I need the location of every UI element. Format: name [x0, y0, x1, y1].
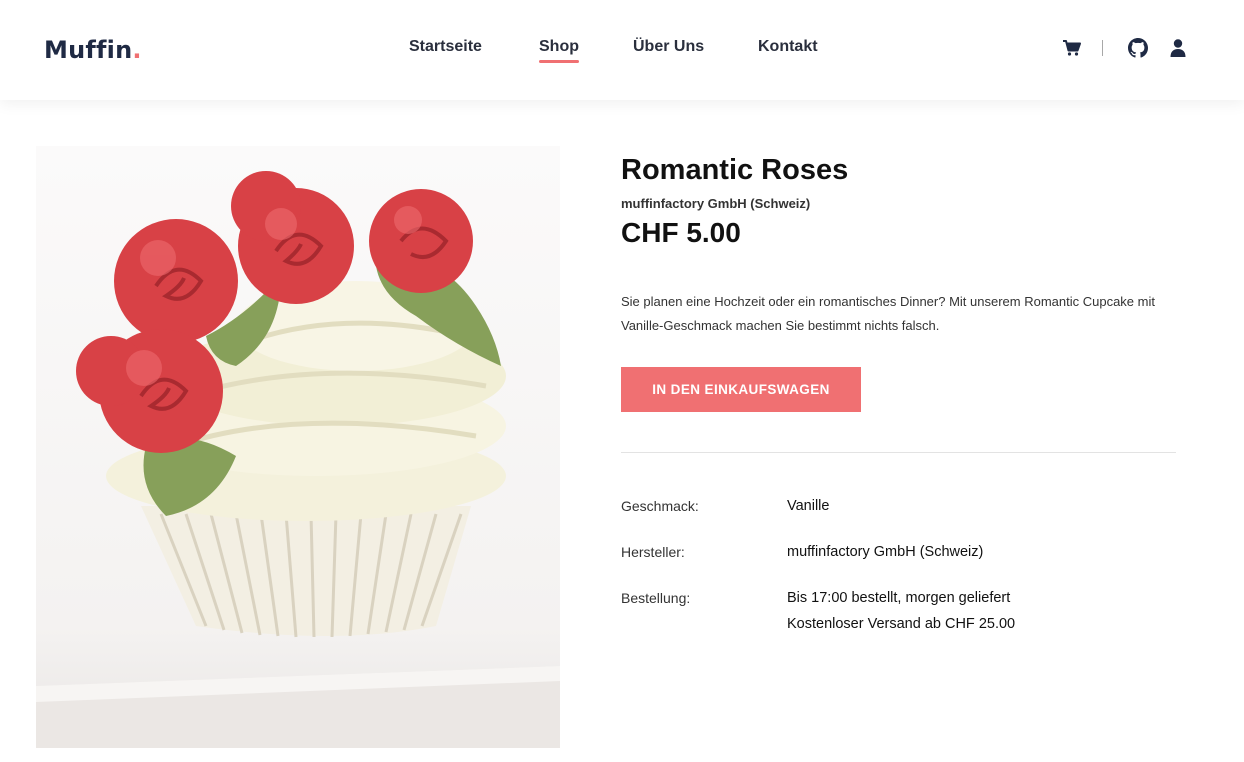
spec-label: Bestellung: [621, 590, 691, 606]
product-description: Sie planen eine Hochzeit oder ein romant… [621, 294, 1155, 333]
product-details: Romantic Roses muffinfactory GmbH (Schwe… [621, 150, 1176, 635]
main-nav: Startseite Shop Über Uns Kontakt [0, 38, 1244, 68]
spec-value-line: Bis 17:00 bestellt, morgen geliefert [787, 590, 1011, 606]
cart-icon[interactable] [1062, 38, 1082, 58]
product-specs: Geschmack: Vanille Hersteller: muffinfac… [621, 497, 1176, 635]
header-icons [1062, 38, 1192, 60]
user-icon[interactable] [1168, 38, 1188, 58]
divider [621, 452, 1176, 453]
icon-separator [1102, 40, 1103, 56]
nav-item-ueber-uns[interactable]: Über Uns [633, 38, 704, 56]
product-manufacturer: muffinfactory GmbH (Schweiz) [621, 196, 811, 211]
spec-value: muffinfactory GmbH (Schweiz) [787, 539, 983, 565]
spec-value: Vanille [787, 493, 829, 519]
spec-value: Bis 17:00 bestellt, morgen geliefert Kos… [787, 585, 1015, 637]
spec-label: Hersteller: [621, 544, 685, 560]
product-image [36, 146, 560, 748]
add-to-cart-button[interactable]: IN DEN EINKAUFSWAGEN [621, 367, 861, 412]
github-icon[interactable] [1128, 38, 1148, 58]
spec-row-bestellung: Bestellung: Bis 17:00 bestellt, morgen g… [621, 589, 1176, 635]
nav-item-startseite[interactable]: Startseite [409, 38, 482, 56]
nav-item-kontakt[interactable]: Kontakt [758, 38, 818, 56]
product-title: Romantic Roses [621, 154, 849, 186]
spec-row-geschmack: Geschmack: Vanille [621, 497, 1176, 543]
nav-item-shop[interactable]: Shop [539, 38, 579, 63]
spec-row-hersteller: Hersteller: muffinfactory GmbH (Schweiz) [621, 543, 1176, 589]
spec-value-line: Kostenloser Versand ab CHF 25.00 [787, 616, 1016, 632]
spec-value-line: muffinfactory GmbH (Schweiz) [787, 544, 984, 560]
spec-label: Geschmack: [621, 498, 699, 514]
spec-value-line: Vanille [787, 498, 830, 514]
product-price: CHF 5.00 [621, 217, 741, 248]
site-header: Muffin. Startseite Shop Über Uns Kontakt [0, 0, 1244, 100]
cupcake-illustration [36, 171, 560, 748]
